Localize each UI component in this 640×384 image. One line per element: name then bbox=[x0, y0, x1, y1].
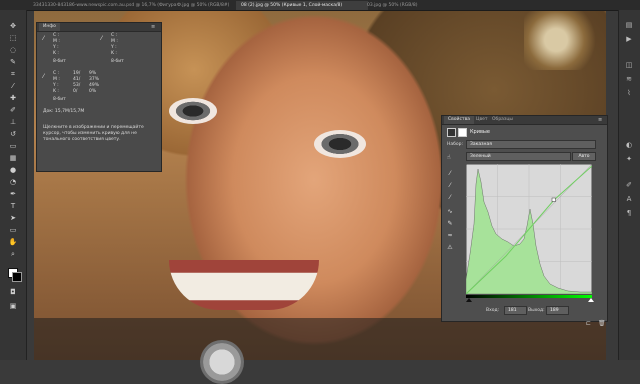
watermark-logo bbox=[200, 340, 244, 384]
shape-tool-icon[interactable]: ▭ bbox=[8, 226, 18, 235]
document-tab[interactable]: 33431330-843186-www.newspic.com.au.psd @… bbox=[28, 1, 178, 10]
dodge-tool-icon[interactable]: ◔ bbox=[8, 178, 18, 187]
output-field[interactable]: 189 bbox=[546, 306, 569, 315]
screen-mode-icon[interactable]: ▣ bbox=[8, 302, 18, 311]
path-select-icon[interactable]: ➤ bbox=[8, 214, 18, 223]
curves-graph[interactable] bbox=[466, 164, 592, 294]
history-brush-icon[interactable]: ↺ bbox=[8, 130, 18, 139]
hint-text: Щелкните в изображении и перемещайте кур… bbox=[43, 125, 144, 142]
cmyk-labels: C :M :Y :K : bbox=[53, 71, 60, 94]
move-tool-icon[interactable]: ✥ bbox=[8, 22, 18, 31]
adjustments-icon[interactable]: ◐ bbox=[624, 140, 634, 150]
readout-right: C :M :Y :K : bbox=[111, 33, 118, 56]
history-icon[interactable]: ▤ bbox=[624, 20, 634, 30]
left-eye bbox=[169, 98, 217, 124]
crop-tool-icon[interactable]: ⌗ bbox=[8, 70, 18, 79]
readout-left: C :M :Y :K : bbox=[53, 33, 60, 56]
smooth-icon[interactable]: ≈ bbox=[446, 232, 454, 240]
white-point-slider[interactable] bbox=[588, 298, 594, 302]
sample-gray-icon[interactable]: ⁄ bbox=[446, 182, 454, 190]
brush-tool-icon[interactable]: ✐ bbox=[8, 106, 18, 115]
bit-depth-left: 8-бит bbox=[53, 59, 66, 64]
properties-title: Кривые bbox=[470, 129, 490, 135]
document-tab[interactable]: 03.jpg @ 50% (RGB/8) bbox=[362, 1, 442, 10]
gradient-tool-icon[interactable]: ▦ bbox=[8, 154, 18, 163]
right-eye bbox=[314, 130, 366, 158]
auto-button[interactable]: Авто bbox=[572, 152, 596, 161]
eyedropper-icon[interactable]: ⁄ bbox=[8, 82, 18, 91]
layers-icon[interactable]: ◫ bbox=[624, 60, 634, 70]
eyedropper-icon: ⁄ bbox=[43, 35, 45, 42]
channels-icon[interactable]: ≋ bbox=[624, 74, 634, 84]
eraser-tool-icon[interactable]: ▭ bbox=[8, 142, 18, 151]
quick-mask-icon[interactable]: ◘ bbox=[8, 288, 18, 297]
zoom-tool-icon[interactable]: ⌕ bbox=[8, 250, 18, 259]
hand-tool-icon[interactable]: ✋ bbox=[8, 238, 18, 247]
bit-depth-right: 8-бит bbox=[111, 59, 124, 64]
panel-menu-icon[interactable]: ≡ bbox=[151, 24, 155, 30]
clone-stamp-icon[interactable]: ⊥ bbox=[8, 118, 18, 127]
sample-white-icon[interactable]: ⁄ bbox=[446, 194, 454, 202]
layer-mask-icon[interactable] bbox=[458, 128, 467, 137]
doc-size: Док: 15,7М/15,7М bbox=[43, 109, 85, 114]
channel-select[interactable]: Зеленый bbox=[466, 152, 571, 161]
document-tab-active[interactable]: 08 (2).jpg @ 50% (Кривые 1, Слой-маска/8… bbox=[236, 1, 368, 10]
preset-select[interactable]: Заказная bbox=[466, 140, 596, 149]
character-icon[interactable]: A bbox=[624, 194, 634, 204]
input-field[interactable]: 181 bbox=[504, 306, 527, 315]
paths-icon[interactable]: ⌇ bbox=[624, 88, 634, 98]
pen-tool-icon[interactable]: ✒ bbox=[8, 190, 18, 199]
properties-panel: Свойства Цвет Образцы ≡ Кривые Набор: За… bbox=[441, 115, 608, 322]
crown-jewels bbox=[524, 10, 604, 70]
brush-presets-icon[interactable]: ✐ bbox=[624, 180, 634, 190]
cmyk-values-a: 19/41/53/0/ bbox=[73, 71, 81, 94]
type-tool-icon[interactable]: T bbox=[8, 202, 18, 211]
cmyk-values-b: 9% 37% 49% 0% bbox=[89, 71, 100, 94]
output-label: Выход: bbox=[528, 308, 545, 313]
input-label: Вход: bbox=[486, 308, 500, 313]
hand-adjust-icon[interactable]: ☝ bbox=[447, 154, 451, 161]
paragraph-icon[interactable]: ¶ bbox=[624, 208, 634, 218]
sample-black-icon[interactable]: ⁄ bbox=[446, 170, 454, 178]
lasso-tool-icon[interactable]: ◌ bbox=[8, 46, 18, 55]
blur-tool-icon[interactable]: ● bbox=[8, 166, 18, 175]
tab-properties[interactable]: Свойства bbox=[444, 116, 474, 124]
document-tab[interactable]: Ф.jpg @ 50% (RGB/8#) bbox=[172, 1, 244, 10]
curve-point-icon[interactable]: ∿ bbox=[446, 208, 454, 216]
actions-icon[interactable]: ▶ bbox=[624, 34, 634, 44]
healing-brush-icon[interactable]: ✚ bbox=[8, 94, 18, 103]
quick-select-icon[interactable]: ✎ bbox=[8, 58, 18, 67]
black-point-slider[interactable] bbox=[466, 298, 472, 302]
smile bbox=[169, 260, 319, 310]
tab-swatches[interactable]: Образцы bbox=[488, 116, 517, 124]
curve-point bbox=[551, 197, 556, 202]
marquee-tool-icon[interactable]: ⬚ bbox=[8, 34, 18, 43]
panel-menu-icon[interactable]: ≡ bbox=[598, 117, 602, 123]
bottom-overlay bbox=[34, 318, 606, 360]
clip-to-layer-icon[interactable]: ⊏ bbox=[586, 320, 591, 327]
background-color-swatch[interactable] bbox=[12, 272, 22, 282]
bit-depth-bottom: 8-бит bbox=[53, 97, 66, 102]
trash-icon[interactable]: 🗑 bbox=[598, 320, 606, 327]
styles-icon[interactable]: ✦ bbox=[624, 154, 634, 164]
tab-info[interactable]: Инфо bbox=[39, 23, 60, 31]
curves-adjustment-icon bbox=[447, 128, 456, 137]
pencil-icon[interactable]: ✎ bbox=[446, 220, 454, 228]
info-panel: Инфо ≡ ⁄ C :M :Y :K : 8-бит ⁄ C :M :Y :K… bbox=[36, 22, 162, 172]
eyedropper-icon: ⁄ bbox=[101, 35, 103, 42]
clipping-warning-icon[interactable]: ⚠ bbox=[446, 244, 454, 252]
gradient-bar bbox=[466, 295, 592, 298]
eyedropper-icon: ⁄ bbox=[43, 73, 45, 80]
preset-label: Набор: bbox=[447, 142, 464, 147]
